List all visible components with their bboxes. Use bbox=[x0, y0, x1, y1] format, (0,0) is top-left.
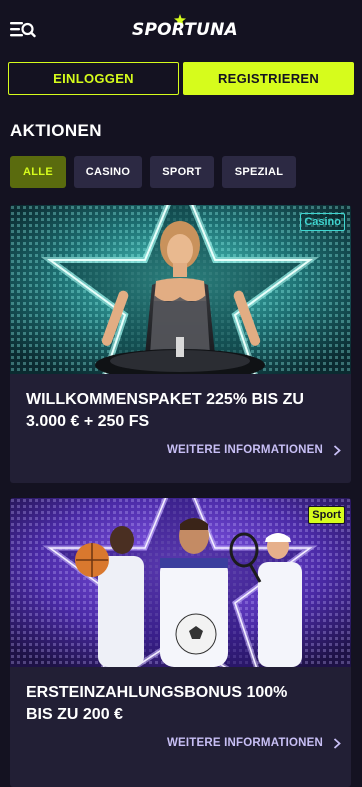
more-info-label: WEITERE INFORMATIONEN bbox=[166, 444, 323, 456]
promo-title-line: WILLKOMMENSPAKET 225% BIS ZU bbox=[26, 391, 304, 408]
filter-tabs: ALLE CASINO SPORT SPEZIAL bbox=[10, 156, 356, 188]
promo-title-line: ERSTEINZAHLUNGSBONUS 100% bbox=[26, 684, 288, 701]
page-title: AKTIONEN bbox=[10, 121, 102, 140]
promo-image-sport: Sport bbox=[10, 498, 351, 667]
more-info-label: WEITERE INFORMATIONEN bbox=[166, 737, 323, 749]
menu-search-icon[interactable] bbox=[10, 20, 36, 40]
filter-tab-all[interactable]: ALLE bbox=[10, 156, 66, 188]
promo-image-casino: Casino bbox=[10, 205, 351, 374]
filter-tab-special[interactable]: SPEZIAL bbox=[222, 156, 296, 188]
promo-card-sport[interactable]: Sport ERSTEINZAHLUNGSBONUS 100% BIS ZU 2… bbox=[10, 498, 351, 787]
logo[interactable]: SPORTUNA bbox=[132, 14, 238, 46]
chevron-right-icon bbox=[333, 737, 341, 749]
promo-title-line: BIS ZU 200 € bbox=[26, 706, 123, 723]
promo-title-line: 3.000 € + 250 FS bbox=[26, 413, 150, 430]
filter-tab-casino[interactable]: CASINO bbox=[74, 156, 142, 188]
badge-casino: Casino bbox=[300, 213, 345, 231]
chevron-right-icon bbox=[333, 444, 341, 456]
header: SPORTUNA bbox=[0, 0, 362, 62]
register-button[interactable]: REGISTRIEREN bbox=[183, 62, 354, 95]
promo-title-casino: WILLKOMMENSPAKET 225% BIS ZU 3.000 € + 2… bbox=[26, 389, 336, 433]
more-info-link[interactable]: WEITERE INFORMATIONEN bbox=[167, 444, 341, 456]
auth-row: EINLOGGEN REGISTRIEREN bbox=[8, 62, 354, 95]
filter-tab-sport[interactable]: SPORT bbox=[150, 156, 214, 188]
more-info-link[interactable]: WEITERE INFORMATIONEN bbox=[167, 737, 341, 749]
badge-sport: Sport bbox=[308, 506, 345, 524]
logo-text: SPORTUNA bbox=[132, 20, 238, 40]
promo-card-casino[interactable]: Casino WILLKOMMENSPAKET 225% BIS ZU 3.00… bbox=[10, 205, 351, 483]
login-button[interactable]: EINLOGGEN bbox=[8, 62, 179, 95]
promo-title-sport: ERSTEINZAHLUNGSBONUS 100% BIS ZU 200 € bbox=[26, 682, 336, 726]
